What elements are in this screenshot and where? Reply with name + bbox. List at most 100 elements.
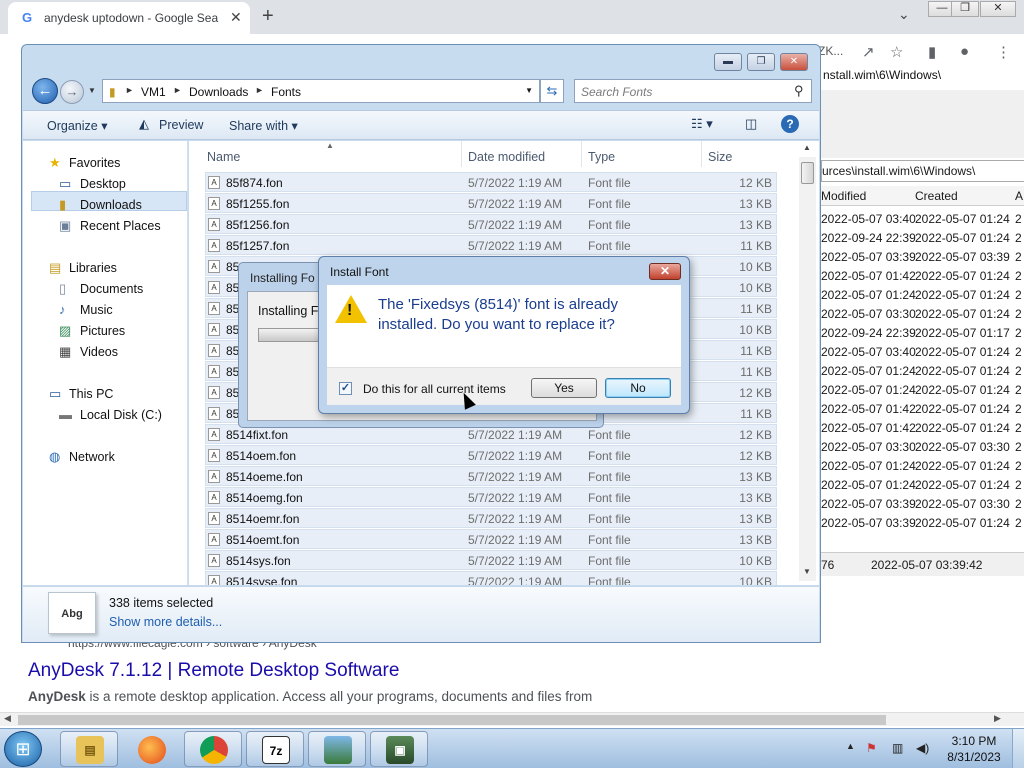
archive-row[interactable]: 2022-05-07 01:42 2022-05-07 01:24 2 [821,419,1024,438]
column-name[interactable]: Name [207,150,240,164]
file-row[interactable]: A 85f1256.fon 5/7/2022 1:19 AM Font file 13 … [205,214,777,234]
nav-videos[interactable]: Videos [80,345,118,359]
archive-row[interactable]: 2022-05-07 01:24 2022-05-07 01:24 2 [821,362,1024,381]
forward-arrow-icon[interactable]: → [60,80,84,104]
scroll-up-icon[interactable]: ▲ [803,143,811,152]
file-row[interactable]: A 8514oeme.fon 5/7/2022 1:19 AM Font file 13… [205,466,777,486]
view-options-icon[interactable]: ☷ ▾ [691,116,713,132]
show-more-details-link[interactable]: Show more details... [109,615,222,629]
nav-local-disk[interactable]: Local Disk (C:) [80,408,162,422]
archive-row[interactable]: 2022-05-07 03:30 2022-05-07 01:24 2 [821,305,1024,324]
preview-pane-icon[interactable]: ◫ [745,116,757,132]
column-divider[interactable] [701,141,702,167]
scrollbar-thumb[interactable] [801,162,814,184]
breadcrumb-fonts[interactable]: Fonts [271,85,301,99]
archive-row[interactable]: 2022-05-07 01:24 2022-05-07 01:24 2 [821,476,1024,495]
volume-icon[interactable]: ◀) [916,741,929,755]
archive-row[interactable]: 2022-05-07 01:24 2022-05-07 01:24 2 [821,286,1024,305]
breadcrumb-downloads[interactable]: Downloads [189,85,248,99]
refresh-icon[interactable]: ⇆ [540,79,564,103]
chrome-tab[interactable]: G anydesk uptodown - Google Sea ✕ [8,2,250,34]
tab-search-icon[interactable]: ⌄ [898,6,910,23]
file-row[interactable]: A 8514oemr.fon 5/7/2022 1:19 AM Font file 13… [205,508,777,528]
restore-button[interactable]: ❐ [951,1,979,17]
col-attr[interactable]: A [1015,189,1023,203]
archive-row[interactable]: 2022-05-07 01:42 2022-05-07 01:24 2 [821,267,1024,286]
file-row[interactable]: A 85f1257.fon 5/7/2022 1:19 AM Font file 11 … [205,235,777,255]
scrollbar-thumb[interactable] [18,715,886,725]
search-result-title[interactable]: AnyDesk 7.1.12 | Remote Desktop Software [28,660,399,682]
start-button[interactable]: ⊞ [4,731,42,767]
search-input[interactable]: Search Fonts [574,79,812,103]
taskbar-image-viewer[interactable] [308,731,366,767]
menu-icon[interactable]: ⋮ [996,43,1011,61]
side-panel-icon[interactable]: ▮ [928,43,936,61]
close-button[interactable]: ✕ [780,53,808,71]
minimize-button[interactable]: ▬ [714,53,742,71]
chevron-right-icon[interactable]: ► [125,85,134,95]
new-tab-button[interactable]: + [262,5,274,28]
column-divider[interactable] [581,141,582,167]
nav-recent-places[interactable]: Recent Places [80,219,161,233]
file-row[interactable]: A 8514syse.fon 5/7/2022 1:19 AM Font file 10… [205,571,777,585]
network-tray-icon[interactable]: ▥ [892,741,903,755]
scroll-left-icon[interactable]: ◀ [4,713,11,724]
search-icon[interactable]: ⚲ [794,83,804,99]
archive-row[interactable]: 2022-05-07 03:39 2022-05-07 03:30 2 [821,495,1024,514]
nav-this-pc[interactable]: This PC [69,387,113,401]
organize-button[interactable]: Organize ▾ [47,118,107,133]
close-button[interactable]: ✕ [980,1,1016,17]
taskbar-7zip[interactable]: 7z [246,731,304,767]
nav-network[interactable]: Network [69,450,115,464]
breadcrumb-vm1[interactable]: VM1 [141,85,166,99]
file-row[interactable]: A 85f1255.fon 5/7/2022 1:19 AM Font file 13 … [205,193,777,213]
apply-to-all-checkbox[interactable]: ✓ [339,382,352,395]
col-created[interactable]: Created [915,189,958,203]
archive-path-field[interactable]: urces\install.wim\6\Windows\ [821,160,1024,182]
apply-to-all-label[interactable]: Do this for all current items [363,382,506,396]
no-button[interactable]: No [605,378,671,398]
help-icon[interactable]: ? [781,115,799,133]
address-dropdown-icon[interactable]: ▼ [525,86,533,95]
share-with-button[interactable]: Share with ▾ [229,118,298,133]
nav-libraries[interactable]: Libraries [69,261,117,275]
column-divider[interactable] [461,141,462,167]
archive-row[interactable]: 2022-05-07 03:30 2022-05-07 03:30 2 [821,438,1024,457]
archive-row[interactable]: 2022-09-24 22:39 2022-05-07 01:17 2 [821,324,1024,343]
column-size[interactable]: Size [708,150,732,164]
yes-button[interactable]: Yes [531,378,597,398]
dialog-close-button[interactable]: ✕ [649,263,681,280]
archive-row[interactable]: 2022-05-07 01:42 2022-05-07 01:24 2 [821,400,1024,419]
show-desktop-button[interactable] [1012,729,1024,768]
taskbar-firefox[interactable] [122,731,180,767]
nav-documents[interactable]: Documents [80,282,143,296]
scroll-right-icon[interactable]: ▶ [994,713,1001,724]
vertical-scrollbar[interactable]: ▲ ▼ [799,143,816,581]
bookmark-star-icon[interactable]: ☆ [890,43,903,61]
chevron-right-icon[interactable]: ► [173,85,182,95]
back-arrow-icon[interactable]: ← [32,78,58,104]
column-date-modified[interactable]: Date modified [468,150,545,164]
nav-desktop[interactable]: Desktop [80,177,126,191]
maximize-button[interactable]: ❐ [747,53,775,71]
file-row[interactable]: A 8514oemg.fon 5/7/2022 1:19 AM Font file 13… [205,487,777,507]
archive-row[interactable]: 2022-09-24 22:39 2022-05-07 01:24 2 [821,229,1024,248]
profile-icon[interactable]: ● [960,43,969,60]
column-type[interactable]: Type [588,150,615,164]
preview-button[interactable]: Preview [159,118,203,132]
archive-row[interactable]: 2022-05-07 03:39 2022-05-07 03:39 2 [821,248,1024,267]
show-hidden-icons[interactable]: ▲ [846,741,855,751]
archive-row[interactable]: 2022-05-07 01:24 2022-05-07 01:24 2 [821,457,1024,476]
close-tab-icon[interactable]: ✕ [230,9,242,26]
nav-favorites[interactable]: Favorites [69,156,120,170]
nav-music[interactable]: Music [80,303,113,317]
clock[interactable]: 3:10 PM 8/31/2023 [944,733,1004,765]
scroll-down-icon[interactable]: ▼ [803,567,811,576]
file-row[interactable]: A 85f874.fon 5/7/2022 1:19 AM Font file 12 K… [205,172,777,192]
archive-row[interactable]: 2022-05-07 03:39 2022-05-07 01:24 2 [821,514,1024,533]
archive-row[interactable]: 2022-05-07 01:24 2022-05-07 01:24 2 [821,381,1024,400]
nav-downloads[interactable]: Downloads [80,198,142,212]
taskbar-font-installer[interactable]: ▣ [370,731,428,767]
archive-row[interactable]: 2022-05-07 03:40 2022-05-07 01:24 2 [821,210,1024,229]
address-bar[interactable]: ▮ ► VM1 ► Downloads ► Fonts ▼ [102,79,540,103]
